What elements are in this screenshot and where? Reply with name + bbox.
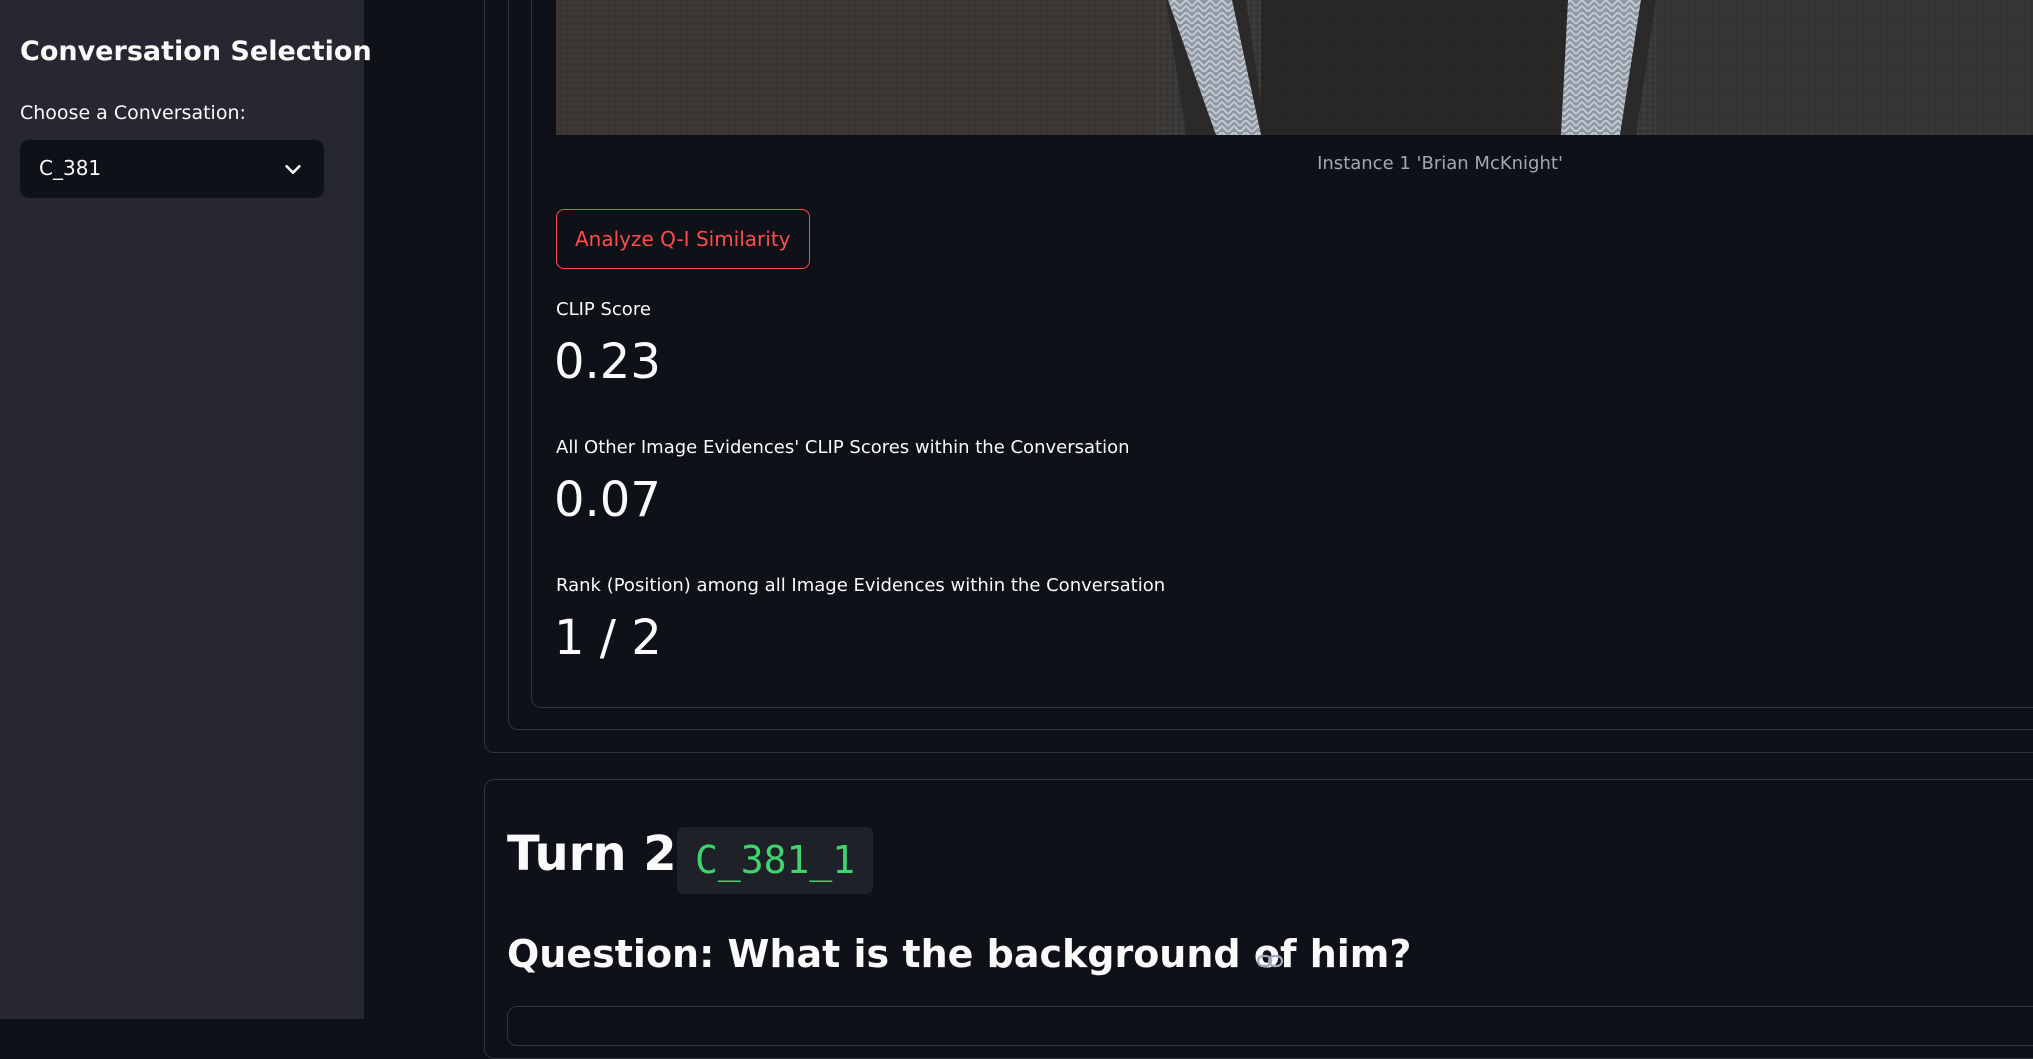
rank-value: 1 / 2 [554, 610, 662, 666]
sidebar: Conversation Selection Choose a Conversa… [0, 0, 372, 1019]
suit-photo-graphic [556, 0, 2033, 135]
other-clip-scores-value: 0.07 [554, 472, 661, 528]
rank-label: Rank (Position) among all Image Evidence… [556, 575, 1166, 596]
link-icon[interactable] [1256, 951, 1284, 971]
conversation-select-label: Choose a Conversation: [20, 102, 246, 124]
conversation-select-value: C_381 [39, 156, 102, 180]
turn-heading: Turn 2: [507, 826, 696, 882]
other-clip-scores-label: All Other Image Evidences' CLIP Scores w… [556, 437, 1130, 458]
clip-score-label: CLIP Score [556, 299, 651, 320]
clip-score-value: 0.23 [554, 334, 661, 390]
sidebar-title: Conversation Selection [20, 36, 372, 67]
next-evidence-container [507, 1006, 2033, 1046]
turn-id-code: C_381_1 [677, 827, 874, 894]
image-caption: Instance 1 'Brian McKnight' [1317, 153, 1563, 174]
conversation-select[interactable]: C_381 [20, 140, 324, 198]
chevron-down-icon [285, 164, 301, 174]
image-evidence-photo [556, 0, 2033, 135]
analyze-similarity-button[interactable]: Analyze Q-I Similarity [556, 209, 810, 269]
